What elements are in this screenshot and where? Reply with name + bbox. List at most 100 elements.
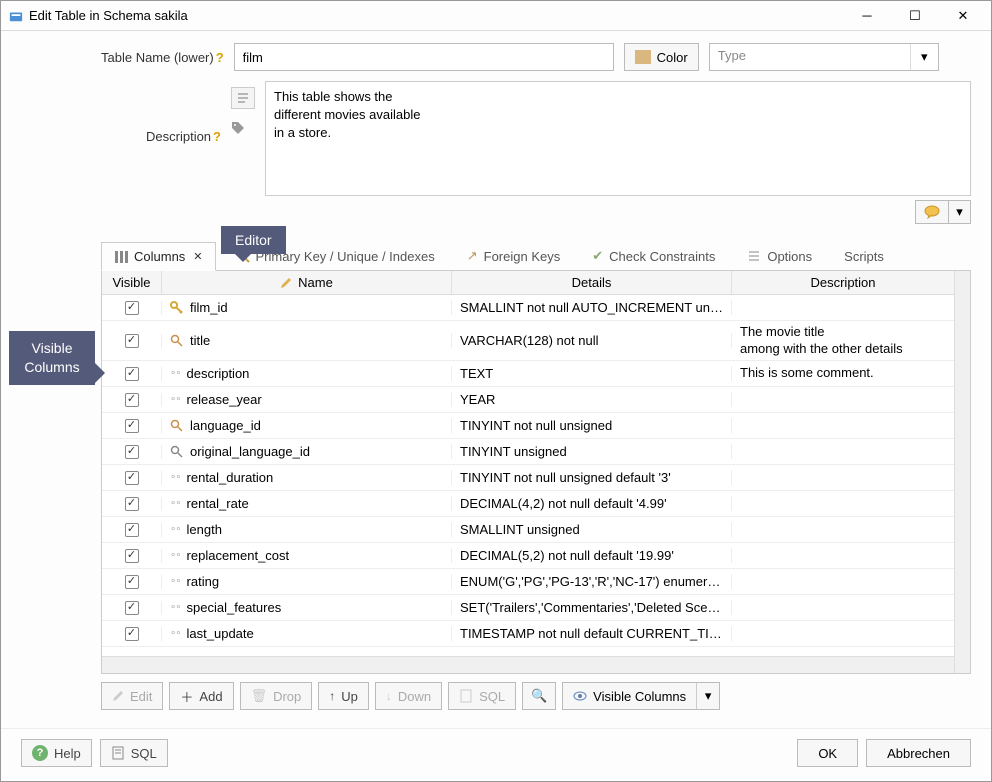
maximize-button[interactable]: ☐	[895, 5, 935, 27]
column-name-cell[interactable]: ∘∘last_update	[162, 626, 452, 641]
foreign-key-icon	[170, 445, 184, 459]
header-description[interactable]: Description	[732, 271, 954, 294]
table-row[interactable]: ∘∘special_featuresSET('Trailers','Commen…	[102, 595, 954, 621]
table-row[interactable]: ∘∘descriptionTEXTThis is some comment.	[102, 361, 954, 387]
tab-check-constraints[interactable]: ✔ Check Constraints	[580, 242, 727, 270]
column-details-cell: SMALLINT unsigned	[452, 522, 732, 537]
arrow-icon: ↗	[467, 248, 478, 264]
drop-button[interactable]: 🗑 Drop	[240, 682, 313, 710]
column-icon: ∘∘	[170, 498, 181, 509]
column-icon: ∘∘	[170, 394, 181, 405]
comment-button[interactable]	[915, 200, 949, 224]
column-details-cell: TINYINT not null unsigned	[452, 418, 732, 433]
chevron-down-icon: ▾	[697, 688, 719, 704]
close-button[interactable]: ✕	[943, 5, 983, 27]
column-name-cell[interactable]: original_language_id	[162, 444, 452, 459]
visible-checkbox[interactable]	[125, 445, 139, 459]
visible-checkbox[interactable]	[125, 419, 139, 433]
table-row[interactable]: ∘∘rental_rateDECIMAL(4,2) not null defau…	[102, 491, 954, 517]
table-row[interactable]: ∘∘rental_durationTINYINT not null unsign…	[102, 465, 954, 491]
visible-checkbox[interactable]	[125, 549, 139, 563]
tab-columns[interactable]: Columns ✕	[101, 242, 216, 271]
column-details-cell: TEXT	[452, 366, 732, 381]
tab-foreign-keys[interactable]: ↗ Foreign Keys	[455, 242, 573, 270]
visible-checkbox[interactable]	[125, 523, 139, 537]
color-button[interactable]: Color	[624, 43, 699, 71]
table-row[interactable]: ∘∘replacement_costDECIMAL(5,2) not null …	[102, 543, 954, 569]
column-name-cell[interactable]: ∘∘rental_rate	[162, 496, 452, 511]
header-visible[interactable]: Visible	[102, 271, 162, 294]
header-details[interactable]: Details	[452, 271, 732, 294]
table-name-input[interactable]	[234, 43, 614, 71]
color-swatch-icon	[635, 50, 651, 64]
help-icon[interactable]: ?	[213, 129, 221, 144]
header-name[interactable]: Name	[162, 271, 452, 294]
sql-footer-button[interactable]: SQL	[100, 739, 168, 767]
window-title: Edit Table in Schema sakila	[29, 8, 188, 23]
pencil-icon	[280, 277, 292, 289]
arrow-down-icon: ↓	[386, 689, 392, 703]
tab-scripts[interactable]: Scripts	[832, 243, 896, 270]
description-text-mode-button[interactable]	[231, 87, 255, 109]
vertical-scrollbar[interactable]	[954, 271, 970, 673]
table-row[interactable]: ∘∘ratingENUM('G','PG','PG-13','R','NC-17…	[102, 569, 954, 595]
pencil-icon	[112, 690, 124, 702]
table-row[interactable]: ∘∘release_yearYEAR	[102, 387, 954, 413]
tag-icon[interactable]	[231, 121, 245, 135]
visible-checkbox[interactable]	[125, 627, 139, 641]
table-row[interactable]: original_language_idTINYINT unsigned	[102, 439, 954, 465]
grid-toolbar: Edit ＋ Add 🗑 Drop ↑ Up ↓ Down SQL	[101, 674, 971, 718]
column-name-cell[interactable]: ∘∘special_features	[162, 600, 452, 615]
help-button[interactable]: ? Help	[21, 739, 92, 767]
visible-checkbox[interactable]	[125, 601, 139, 615]
edit-button[interactable]: Edit	[101, 682, 163, 710]
cancel-button[interactable]: Abbrechen	[866, 739, 971, 767]
comment-dropdown-button[interactable]: ▾	[949, 200, 971, 224]
speech-bubble-icon	[924, 205, 940, 219]
tab-options[interactable]: Options	[735, 243, 824, 270]
visible-checkbox[interactable]	[125, 471, 139, 485]
arrow-up-icon: ↑	[329, 689, 335, 703]
column-details-cell: TINYINT not null unsigned default '3'	[452, 470, 732, 485]
column-icon: ∘∘	[170, 472, 181, 483]
down-button[interactable]: ↓ Down	[375, 682, 442, 710]
column-name-cell[interactable]: language_id	[162, 418, 452, 433]
table-row[interactable]: ∘∘lengthSMALLINT unsigned	[102, 517, 954, 543]
column-icon: ∘∘	[170, 576, 181, 587]
description-textarea[interactable]: This table shows the different movies av…	[265, 81, 971, 196]
column-name-cell[interactable]: ∘∘rating	[162, 574, 452, 589]
visible-checkbox[interactable]	[125, 367, 139, 381]
column-name-cell[interactable]: title	[162, 333, 452, 348]
type-select[interactable]: Type ▾	[709, 43, 939, 71]
visible-checkbox[interactable]	[125, 575, 139, 589]
column-name-cell[interactable]: ∘∘description	[162, 366, 452, 381]
close-icon[interactable]: ✕	[193, 250, 202, 263]
minimize-button[interactable]: ─	[847, 5, 887, 27]
ok-button[interactable]: OK	[797, 739, 858, 767]
column-name-cell[interactable]: ∘∘release_year	[162, 392, 452, 407]
columns-grid: Visible Name Details Description film_id…	[101, 271, 971, 674]
table-row[interactable]: language_idTINYINT not null unsigned	[102, 413, 954, 439]
horizontal-scrollbar[interactable]	[102, 656, 954, 673]
up-button[interactable]: ↑ Up	[318, 682, 369, 710]
column-name-cell[interactable]: film_id	[162, 300, 452, 315]
table-row[interactable]: film_idSMALLINT not null AUTO_INCREMENT …	[102, 295, 954, 321]
visible-checkbox[interactable]	[125, 334, 139, 348]
table-row[interactable]: titleVARCHAR(128) not nullThe movie titl…	[102, 321, 954, 361]
visible-checkbox[interactable]	[125, 393, 139, 407]
column-details-cell: DECIMAL(5,2) not null default '19.99'	[452, 548, 732, 563]
search-button[interactable]: 🔍	[522, 682, 556, 710]
column-name-cell[interactable]: ∘∘rental_duration	[162, 470, 452, 485]
column-name-cell[interactable]: ∘∘length	[162, 522, 452, 537]
column-details-cell: TINYINT unsigned	[452, 444, 732, 459]
titlebar: Edit Table in Schema sakila ─ ☐ ✕	[1, 1, 991, 31]
primary-key-icon	[170, 301, 184, 315]
visible-checkbox[interactable]	[125, 497, 139, 511]
column-name-cell[interactable]: ∘∘replacement_cost	[162, 548, 452, 563]
table-row[interactable]: ∘∘last_updateTIMESTAMP not null default …	[102, 621, 954, 647]
visible-checkbox[interactable]	[125, 301, 139, 315]
add-button[interactable]: ＋ Add	[169, 682, 233, 710]
help-icon[interactable]: ?	[216, 50, 224, 65]
sql-button[interactable]: SQL	[448, 682, 516, 710]
visible-columns-dropdown[interactable]: Visible Columns ▾	[562, 682, 720, 710]
